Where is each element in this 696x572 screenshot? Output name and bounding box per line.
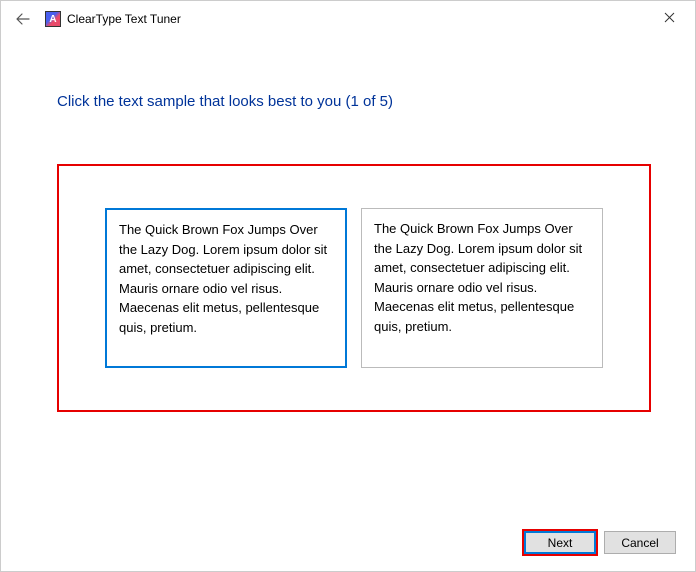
text-sample-1[interactable]: The Quick Brown Fox Jumps Over the Lazy … xyxy=(105,208,347,368)
titlebar: A ClearType Text Tuner xyxy=(1,1,695,37)
close-icon xyxy=(664,12,675,23)
app-icon-letter: A xyxy=(49,14,56,25)
wizard-footer: Next Cancel xyxy=(524,531,676,554)
cancel-button[interactable]: Cancel xyxy=(604,531,676,554)
text-sample-2[interactable]: The Quick Brown Fox Jumps Over the Lazy … xyxy=(361,208,603,368)
samples-highlight-box: The Quick Brown Fox Jumps Over the Lazy … xyxy=(57,164,651,412)
next-button[interactable]: Next xyxy=(524,531,596,554)
back-arrow-icon xyxy=(15,11,31,27)
window-title: ClearType Text Tuner xyxy=(67,12,181,26)
text-sample-2-content: The Quick Brown Fox Jumps Over the Lazy … xyxy=(374,221,582,334)
back-button[interactable] xyxy=(9,5,37,33)
wizard-heading: Click the text sample that looks best to… xyxy=(57,93,651,110)
wizard-content: Click the text sample that looks best to… xyxy=(1,37,695,412)
text-sample-1-content: The Quick Brown Fox Jumps Over the Lazy … xyxy=(119,222,327,335)
app-icon: A xyxy=(45,11,61,27)
close-button[interactable] xyxy=(651,5,687,29)
